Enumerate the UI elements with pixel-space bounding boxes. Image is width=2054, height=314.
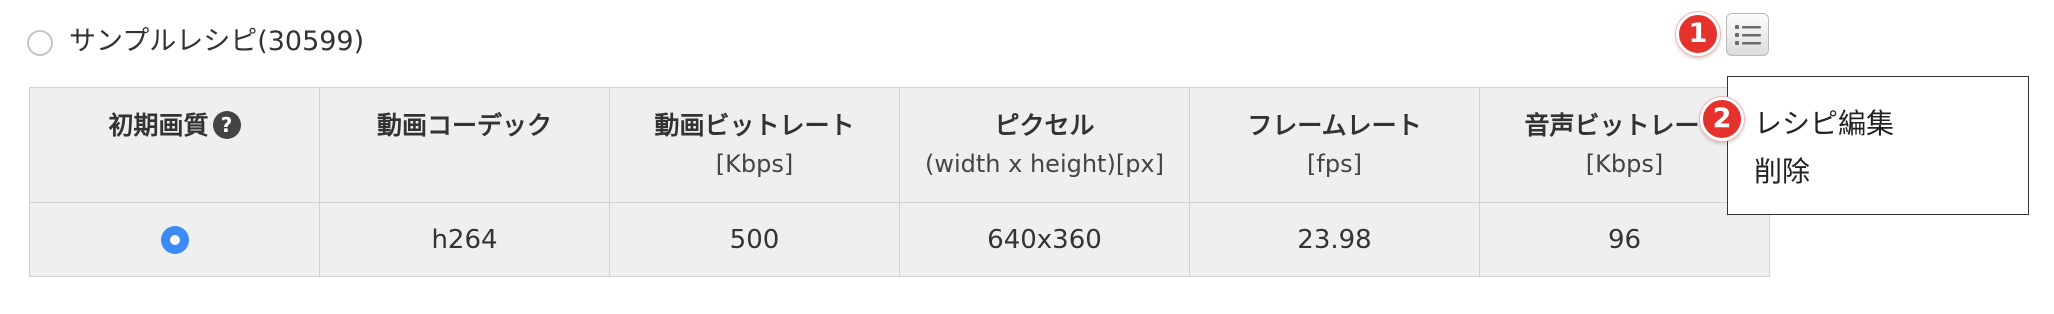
recipe-title: サンプルレシピ(30599)	[69, 26, 365, 57]
header-label: 動画ビットレート	[654, 111, 855, 140]
table-row: h264 500 640x360 23.98 96	[29, 202, 1770, 277]
recipe-params-table: 初期画質? 動画コーデック 動画ビットレート [Kbps] ピクセル (widt…	[29, 87, 1770, 277]
header-unit: [Kbps]	[715, 150, 794, 178]
list-icon	[1734, 24, 1761, 45]
header-label: ピクセル	[994, 111, 1095, 140]
annotation-badge-2: 2	[1700, 97, 1744, 141]
recipe-radio[interactable]	[27, 30, 53, 56]
cell-pixels: 640x360	[899, 202, 1190, 277]
recipe-menu-button[interactable]	[1726, 13, 1769, 56]
header-label: フレームレート	[1247, 111, 1422, 140]
recipe-context-menu: レシピ編集 削除	[1727, 76, 2029, 215]
cell-codec: h264	[319, 202, 610, 277]
cell-frame-rate: 23.98	[1189, 202, 1480, 277]
header-label: 動画コーデック	[376, 111, 552, 140]
help-icon[interactable]: ?	[212, 111, 241, 139]
header-video-bitrate: 動画ビットレート [Kbps]	[609, 87, 900, 203]
header-unit: (width x height)[px]	[924, 150, 1164, 178]
cell-default-quality	[29, 202, 320, 277]
header-unit: [Kbps]	[1585, 150, 1664, 178]
annotation-badge-1: 1	[1676, 12, 1720, 56]
menu-item-edit-recipe[interactable]: レシピ編集	[1728, 100, 2028, 148]
table-header-row: 初期画質? 動画コーデック 動画ビットレート [Kbps] ピクセル (widt…	[29, 87, 1770, 203]
default-quality-radio[interactable]	[160, 226, 189, 254]
cell-video-bitrate: 500	[609, 202, 900, 277]
header-unit: [fps]	[1307, 150, 1362, 178]
cell-audio-bitrate: 96	[1479, 202, 1770, 277]
header-label: 初期画質?	[30, 108, 319, 144]
header-frame-rate: フレームレート [fps]	[1189, 87, 1480, 203]
header-pixels: ピクセル (width x height)[px]	[899, 87, 1190, 203]
menu-item-delete[interactable]: 削除	[1728, 148, 2028, 196]
header-default-quality: 初期画質?	[29, 87, 320, 203]
header-video-codec: 動画コーデック	[319, 87, 610, 203]
